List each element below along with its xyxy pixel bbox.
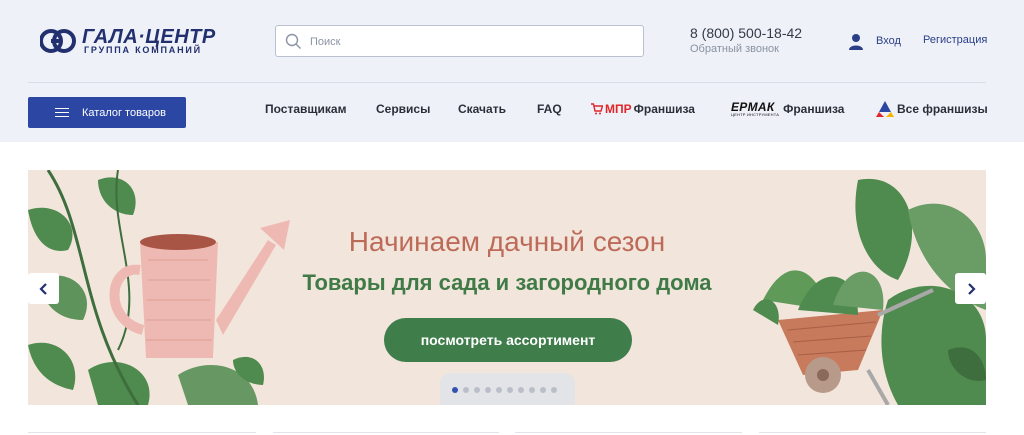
ermak-franchise-label: Франшиза [783,102,845,116]
banner-subtitle: Товары для сада и загородного дома [302,270,712,295]
login-link[interactable]: Вход [848,31,901,51]
slide-dot[interactable] [540,387,546,393]
catalog-button-label: Каталог товаров [82,106,166,119]
mpr-franchise-label: Франшиза [633,102,695,116]
phone-number[interactable]: 8 (800) 500-18-42 [690,25,802,41]
view-assortment-button[interactable]: посмотреть ассортимент [384,318,632,362]
slide-dot[interactable] [529,387,535,393]
slider-pagination [440,373,575,405]
nav-item-faq[interactable]: FAQ [537,102,562,116]
nav-item-mpr-franchise[interactable]: МПР Франшиза [591,98,695,120]
slide-dot[interactable] [496,387,502,393]
slide-dot[interactable] [474,387,480,393]
catalog-button[interactable]: Каталог товаров [28,97,186,128]
logo-subtitle: ГРУППА КОМПАНИЙ [84,45,202,55]
mpr-logo: МПР [591,102,632,116]
search-icon[interactable] [285,33,302,50]
search-box [275,25,644,57]
mpr-brand: МПР [605,102,632,116]
register-link[interactable]: Регистрация [923,34,987,46]
banner-title: Начинаем дачный сезон [348,226,666,257]
gc-logo-icon [40,29,76,53]
ermak-logo: ЕРМАК ЦЕНТР ИНСТРУМЕНТА [731,101,779,117]
nav-item-all-franchises[interactable]: Все франшизы [875,98,988,120]
all-franchises-label: Все франшизы [897,102,988,116]
login-label: Вход [876,35,901,47]
company-logo[interactable]: ГАЛА·ЦЕНТР ГРУППА КОМПАНИЙ [40,26,230,62]
menu-icon [55,107,69,118]
nav-item-ermak-franchise[interactable]: ЕРМАК ЦЕНТР ИНСТРУМЕНТА Франшиза [731,98,844,120]
promo-banner[interactable]: Начинаем дачный сезон Товары для сада и … [28,170,986,405]
nav-item-suppliers[interactable]: Поставщикам [265,102,346,116]
slide-dot[interactable] [452,387,458,393]
nav-item-services[interactable]: Сервисы [376,102,430,116]
ermak-brand-sub: ЦЕНТР ИНСТРУМЕНТА [731,112,780,117]
slide-dot[interactable] [551,387,557,393]
chevron-left-icon [38,282,47,295]
chevron-right-icon [967,282,976,295]
slide-dot[interactable] [485,387,491,393]
franchise-triangle-icon [876,101,894,117]
header-divider [28,82,986,83]
slider-next-button[interactable] [955,273,986,304]
slide-dot[interactable] [463,387,469,393]
slide-dot[interactable] [518,387,524,393]
site-header: ГАЛА·ЦЕНТР ГРУППА КОМПАНИЙ 8 (800) 500-1… [0,0,1024,142]
user-icon [849,33,863,50]
slider-prev-button[interactable] [28,273,59,304]
search-input[interactable] [310,32,630,52]
nav-item-download[interactable]: Скачать [458,102,506,116]
cart-icon [591,103,603,115]
callback-link[interactable]: Обратный звонок [690,43,779,55]
slide-dot[interactable] [507,387,513,393]
